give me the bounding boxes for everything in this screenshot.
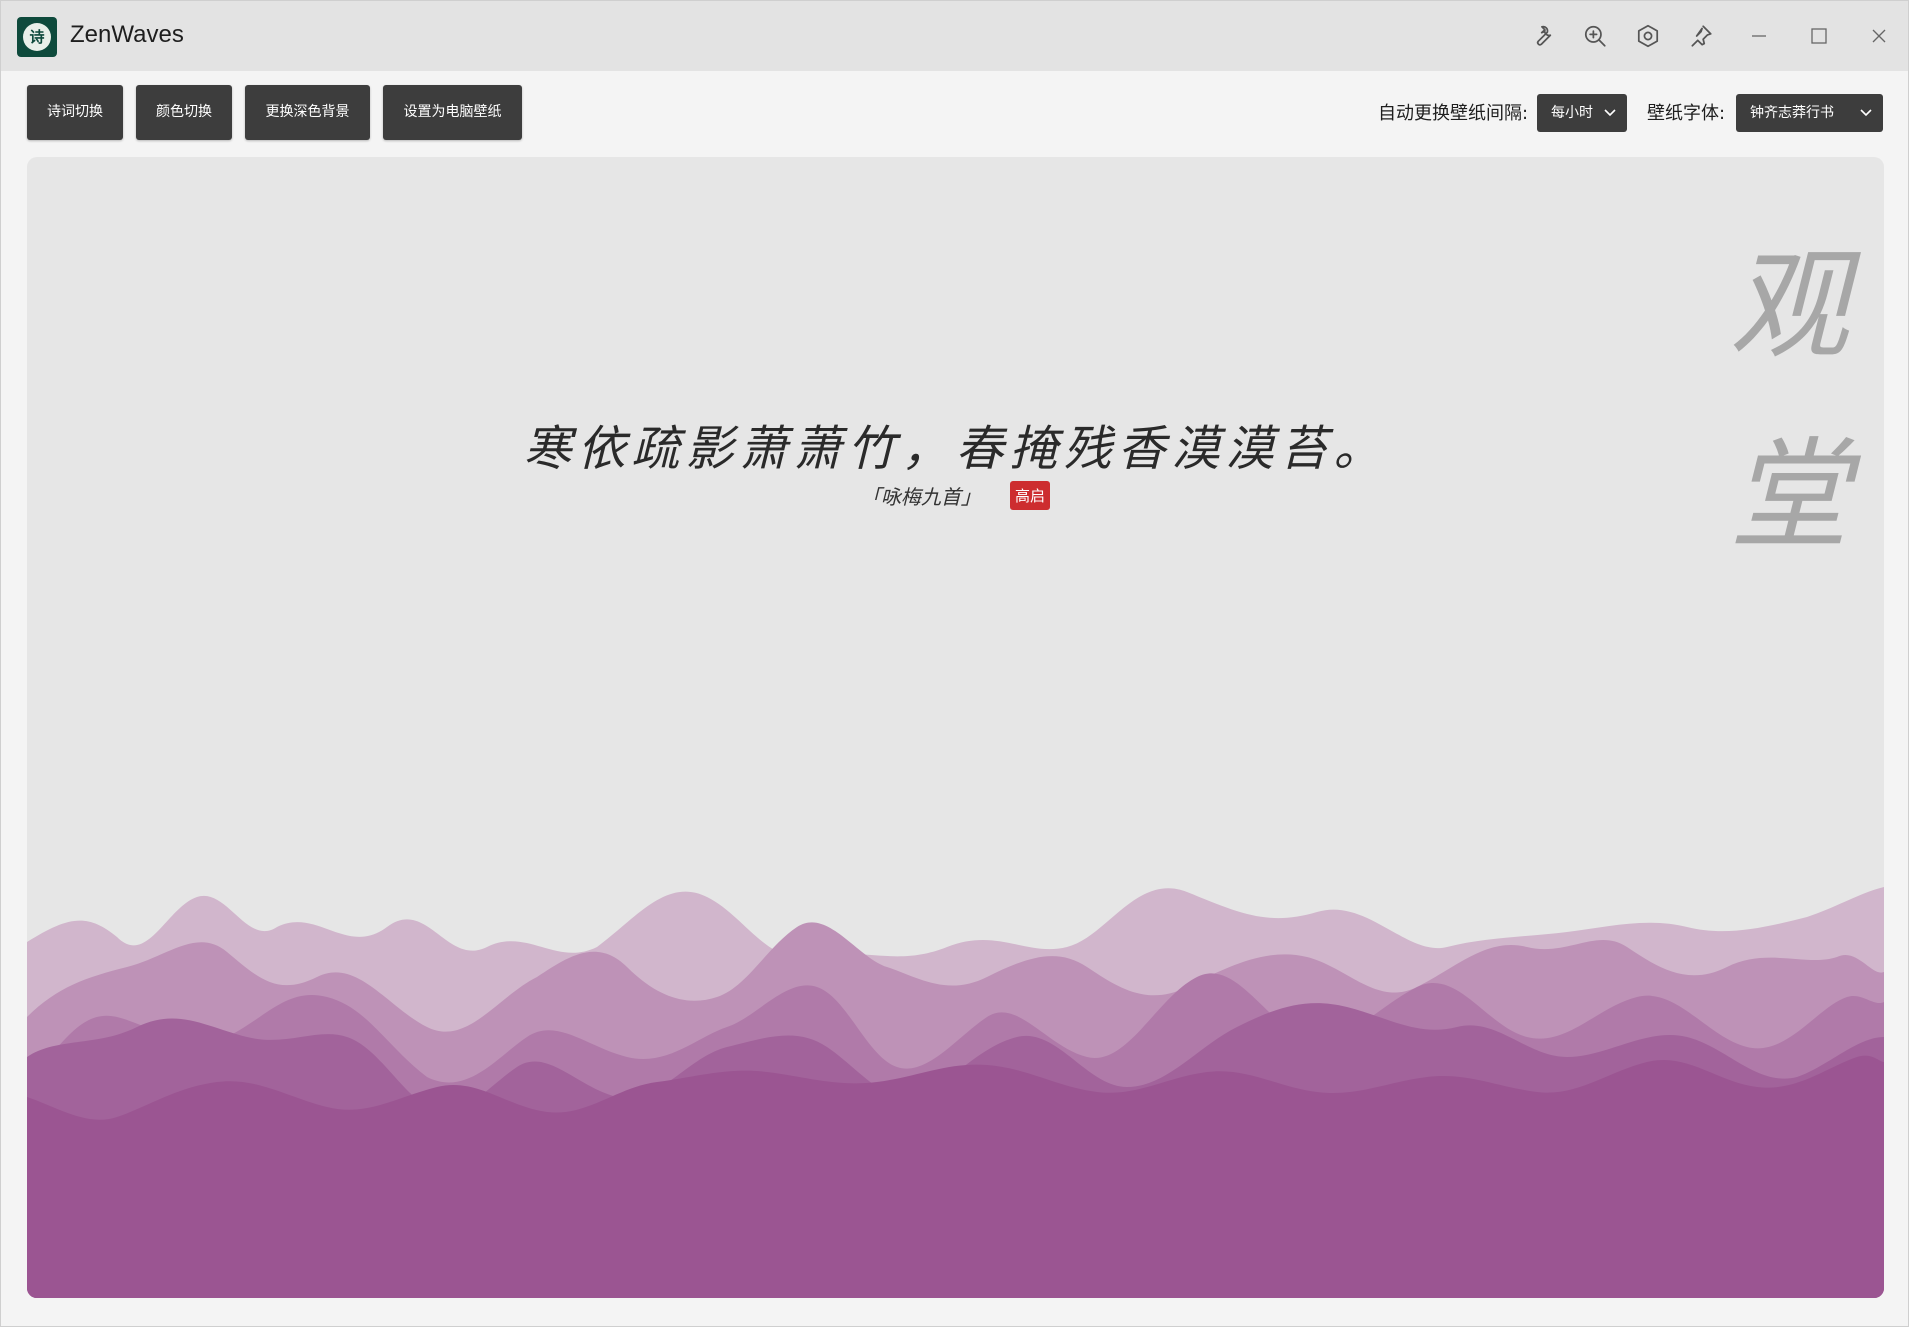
app-logo-glyph: 诗 <box>23 23 51 51</box>
minimize-icon[interactable] <box>1745 22 1773 50</box>
title-bar: 诗 ZenWaves <box>1 1 1908 71</box>
close-icon[interactable] <box>1865 22 1893 50</box>
interval-select[interactable]: 每小时 <box>1537 94 1627 132</box>
interval-select-value: 每小时 <box>1551 105 1593 121</box>
app-logo-icon: 诗 <box>17 17 57 57</box>
poem-line: 寒依疏影萧萧竹，春掩残香漠漠苔。 <box>523 421 1388 477</box>
interval-label: 自动更换壁纸间隔: <box>1378 103 1529 124</box>
poem-meta: 「咏梅九首」 高启 <box>27 481 1884 515</box>
zoom-in-icon[interactable] <box>1581 22 1609 50</box>
wrench-icon[interactable] <box>1528 22 1556 50</box>
app-window: 诗 ZenWaves 诗词切换 颜色切换 更换深色背景 设置为电脑壁纸 自动更换… <box>0 0 1909 1327</box>
chevron-down-icon <box>1859 94 1873 147</box>
font-select-value: 钟齐志莽行书 <box>1750 105 1834 121</box>
vertical-title: 观堂 <box>1729 237 1849 566</box>
dark-background-button[interactable]: 更换深色背景 <box>245 85 370 140</box>
app-title: ZenWaves <box>70 21 184 48</box>
switch-color-button[interactable]: 颜色切换 <box>136 85 232 140</box>
chevron-down-icon <box>1603 94 1617 147</box>
maximize-icon[interactable] <box>1805 22 1833 50</box>
poem-source: 「咏梅九首」 <box>860 485 981 509</box>
pin-icon[interactable] <box>1687 22 1715 50</box>
settings-icon[interactable] <box>1634 22 1662 50</box>
mountain-waves <box>27 887 1884 1298</box>
set-wallpaper-button[interactable]: 设置为电脑壁纸 <box>383 85 522 140</box>
wallpaper-preview: 寒依疏影萧萧竹，春掩残香漠漠苔。 「咏梅九首」 高启 观堂 <box>27 157 1884 1298</box>
switch-poem-button[interactable]: 诗词切换 <box>27 85 123 140</box>
author-seal: 高启 <box>1010 481 1051 510</box>
font-label: 壁纸字体: <box>1647 103 1726 124</box>
font-select[interactable]: 钟齐志莽行书 <box>1736 94 1883 132</box>
